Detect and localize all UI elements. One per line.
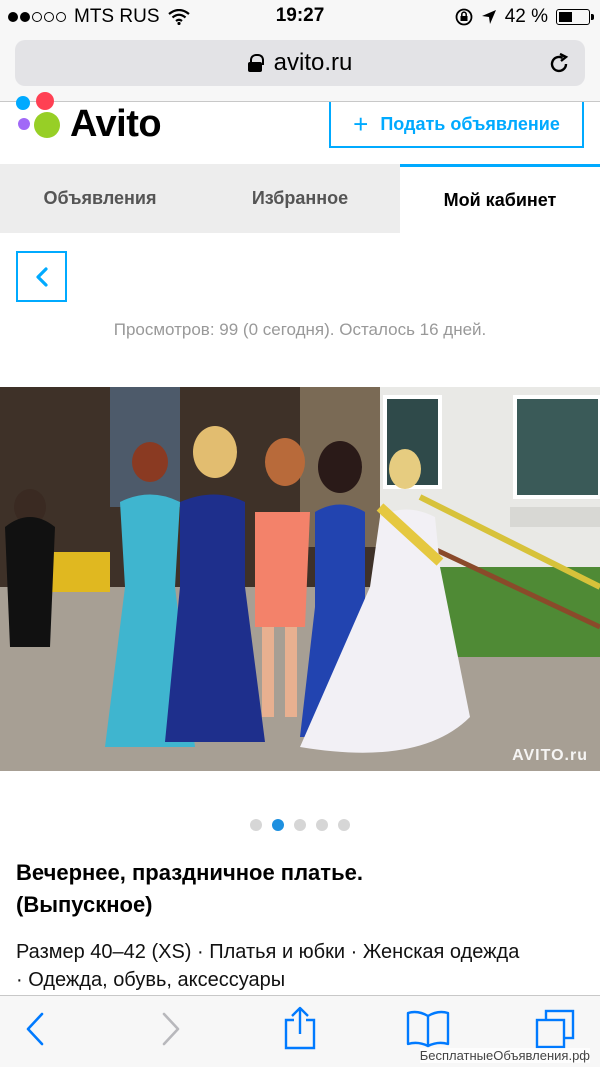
reload-icon[interactable] (547, 52, 571, 76)
tab-favorites[interactable]: Избранное (200, 164, 400, 233)
browser-address-area: avito.ru (0, 32, 600, 102)
post-ad-button[interactable]: + Подать объявление (329, 102, 584, 148)
tabs-icon[interactable] (534, 1008, 576, 1050)
back-icon[interactable] (24, 1010, 48, 1048)
battery-icon (556, 9, 594, 25)
pager-dot[interactable] (250, 819, 262, 831)
avito-logo[interactable]: Avito (16, 92, 162, 146)
views-info: Просмотров: 99 (0 сегодня). Осталось 16 … (113, 320, 487, 339)
forward-icon[interactable] (158, 1010, 182, 1048)
address-bar[interactable]: avito.ru (15, 40, 585, 86)
photo-pager (0, 819, 600, 831)
listing-photo[interactable]: AVITO.ru (0, 387, 600, 771)
photo-watermark: AVITO.ru (512, 747, 588, 764)
listing-title: Вечернее, праздничное платье. (Выпускное… (16, 857, 586, 921)
pager-dot[interactable] (316, 819, 328, 831)
rotation-lock-icon (455, 8, 473, 26)
logo-dots-icon (16, 92, 62, 146)
status-bar: MTS RUS 19:27 42 % (0, 0, 600, 32)
back-button[interactable] (16, 251, 67, 302)
pager-dot-active[interactable] (272, 819, 284, 831)
photo-illustration (0, 387, 600, 771)
site-header: Avito + Подать объявление (0, 92, 600, 164)
location-arrow-icon (481, 10, 496, 24)
tab-listings-label: Объявления (43, 188, 157, 208)
listing-title-line2: (Выпускное) (16, 892, 153, 917)
lock-icon (247, 54, 264, 72)
chevron-left-icon (35, 266, 48, 287)
browser-toolbar: БесплатныеОбъявления.рф (0, 995, 600, 1067)
nav-tabs: Объявления Избранное Мой кабинет (0, 164, 600, 233)
categories-line1: Размер 40–42 (XS) · Платья и юбки · Женс… (16, 941, 520, 963)
site-credit-watermark: БесплатныеОбъявления.рф (419, 1048, 590, 1063)
categories-line2: · Одежда, обувь, аксессуары (16, 969, 286, 991)
post-ad-label: Подать объявление (380, 113, 560, 134)
plus-icon: + (353, 108, 369, 139)
logo-text: Avito (70, 102, 162, 145)
tab-listings[interactable]: Объявления (0, 164, 200, 233)
url-text: avito.ru (273, 49, 353, 76)
status-right: 42 % (455, 6, 594, 28)
listing-categories: Размер 40–42 (XS) · Платья и юбки · Женс… (16, 938, 591, 994)
pager-dot[interactable] (294, 819, 306, 831)
share-icon[interactable] (282, 1006, 318, 1050)
tab-favorites-label: Избранное (251, 188, 349, 208)
tab-my-account-label: Мой кабинет (443, 189, 557, 210)
pager-dot[interactable] (338, 819, 350, 831)
listing-title-line1: Вечернее, праздничное платье. (16, 860, 363, 885)
battery-percent: 42 % (504, 6, 548, 27)
tab-my-account[interactable]: Мой кабинет (400, 164, 600, 233)
bookmarks-icon[interactable] (406, 1010, 450, 1048)
